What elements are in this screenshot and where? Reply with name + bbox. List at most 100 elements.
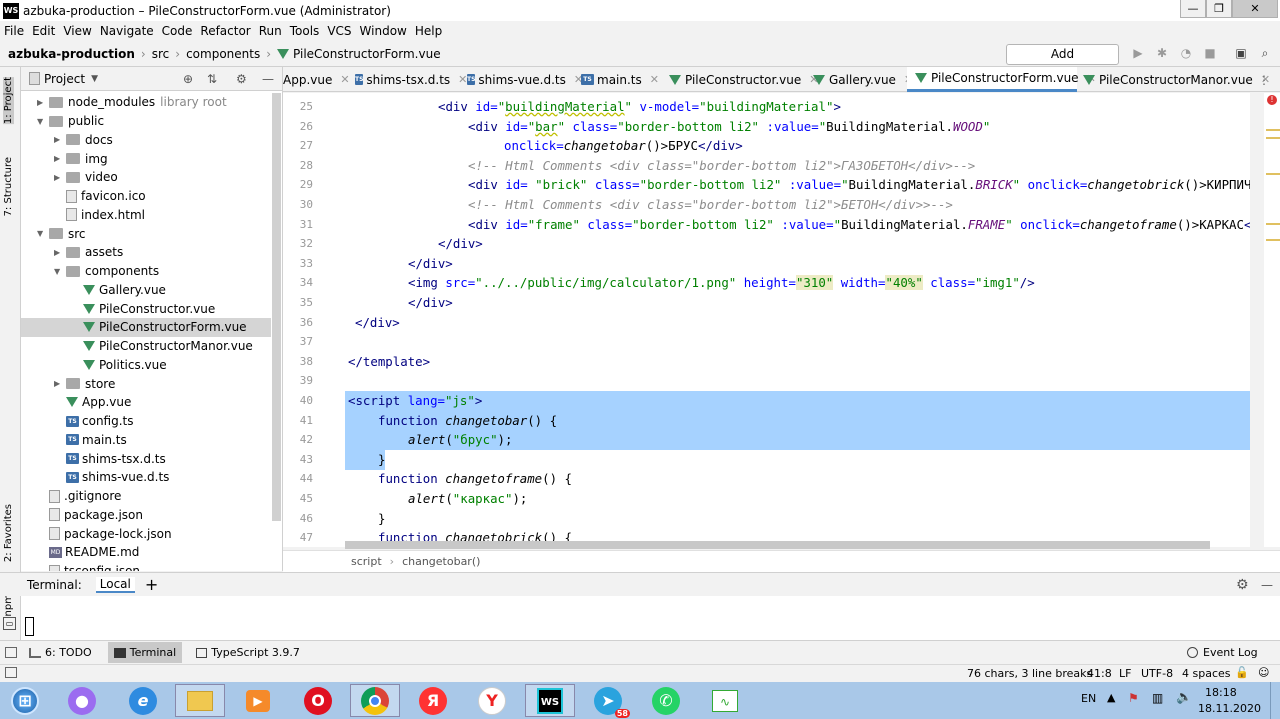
notifications-icon[interactable]: ☺ xyxy=(1258,666,1269,679)
menu-refactor[interactable]: Refactor xyxy=(196,24,254,38)
file-encoding[interactable]: UTF-8 xyxy=(1141,667,1173,680)
tree-item-index-html[interactable]: index.html xyxy=(66,206,145,225)
project-tool-button[interactable]: 1: Project xyxy=(3,77,14,125)
npm-tool-button[interactable]: npm xyxy=(3,594,14,616)
tab-shims-vue[interactable]: TS shims-vue.d.ts ✕ xyxy=(467,67,583,92)
tree-item-politics[interactable]: Politics.vue xyxy=(83,356,167,375)
debug-icon[interactable]: ✱ xyxy=(1155,46,1169,60)
chevron-down-icon[interactable]: ▼ xyxy=(37,117,49,126)
tree-item-gallery[interactable]: Gallery.vue xyxy=(83,281,166,300)
taskbar-media[interactable]: ▶ xyxy=(233,684,283,717)
tree-item-app-vue[interactable]: App.vue xyxy=(66,393,131,412)
lock-icon[interactable]: 🔓 xyxy=(1235,666,1249,679)
network-icon[interactable]: ▥ xyxy=(1152,691,1163,705)
taskbar-chrome[interactable] xyxy=(350,684,400,717)
gear-icon[interactable]: ⚙ xyxy=(236,72,247,86)
tab-gallery[interactable]: Gallery.vue✕ xyxy=(813,67,913,92)
favorites-tool-button[interactable]: 2: Favorites xyxy=(3,504,14,562)
tab-shims-tsx[interactable]: TS shims-tsx.d.ts ✕ xyxy=(355,67,467,92)
close-icon[interactable]: ✕ xyxy=(458,73,467,86)
taskbar-explorer[interactable] xyxy=(175,684,225,717)
code-editor[interactable]: <div id="buildingMaterial" v-model="buil… xyxy=(345,93,1250,547)
menu-window[interactable]: Window xyxy=(356,24,411,38)
tab-pile-constructor[interactable]: PileConstructor.vue ✕ xyxy=(669,67,818,92)
nav-project[interactable]: azbuka-production xyxy=(8,47,135,61)
tree-item-docs[interactable]: ▶ docs xyxy=(54,131,113,150)
search-icon[interactable]: ⌕ xyxy=(1258,46,1272,60)
tree-item-package-json[interactable]: package.json xyxy=(49,506,143,525)
tree-item-shims-vue[interactable]: TS shims-vue.d.ts xyxy=(66,468,169,487)
clock-date[interactable]: 18.11.2020 xyxy=(1198,702,1261,715)
terminal-toggle-icon[interactable]: ▭ xyxy=(3,617,16,630)
taskbar-telegram[interactable]: ➤ 58 xyxy=(583,684,633,718)
warning-marker[interactable] xyxy=(1266,223,1280,225)
menu-view[interactable]: View xyxy=(59,24,95,38)
tree-item-main-ts[interactable]: TS main.ts xyxy=(66,431,127,450)
tree-item-favicon[interactable]: favicon.ico xyxy=(66,187,146,206)
menu-run[interactable]: Run xyxy=(255,24,286,38)
tab-pile-constructor-form[interactable]: PileConstructorForm.vue ✕ xyxy=(907,67,1096,92)
terminal-tab[interactable]: Terminal xyxy=(107,642,183,663)
tree-item-img[interactable]: ▶ img xyxy=(54,149,108,168)
maximize-button[interactable]: ❐ xyxy=(1206,0,1232,18)
gear-icon[interactable]: ⚙ xyxy=(1236,577,1249,593)
tree-item-pile-constructor[interactable]: PileConstructor.vue xyxy=(83,299,215,318)
tree-item-assets[interactable]: ▶ assets xyxy=(54,243,123,262)
taskbar-webstorm[interactable]: WS xyxy=(525,684,575,717)
taskbar-yandex[interactable]: Я xyxy=(408,684,458,717)
tree-item-config-ts[interactable]: TS config.ts xyxy=(66,412,134,431)
show-desktop-button[interactable] xyxy=(1270,682,1280,719)
tree-item-tsconfig[interactable]: tsconfig.json xyxy=(49,562,140,571)
tab-main-ts[interactable]: TS main.ts ✕ xyxy=(581,67,661,92)
line-separator[interactable]: LF xyxy=(1119,667,1131,680)
menu-help[interactable]: Help xyxy=(411,24,446,38)
volume-icon[interactable]: 🔈 xyxy=(1176,690,1192,705)
tab-pile-constructor-manor[interactable]: PileConstructorManor.vue ✕ xyxy=(1083,67,1270,92)
chevron-right-icon[interactable]: ▶ xyxy=(54,135,66,144)
coverage-icon[interactable]: ◔ xyxy=(1179,46,1193,60)
layout-icon[interactable]: ▣ xyxy=(1234,46,1248,60)
close-icon[interactable]: ✕ xyxy=(340,73,349,86)
toggle-icon[interactable] xyxy=(5,647,17,658)
flag-icon[interactable]: ⚑ xyxy=(1128,691,1139,705)
error-icon[interactable]: ! xyxy=(1267,95,1277,105)
menu-file[interactable]: File xyxy=(0,24,28,38)
tree-item-store[interactable]: ▶ store xyxy=(54,374,115,393)
indent-setting[interactable]: 4 spaces xyxy=(1182,667,1231,680)
warning-marker[interactable] xyxy=(1266,137,1280,139)
tray-arrow-icon[interactable]: ▲ xyxy=(1107,691,1115,704)
chevron-down-icon[interactable]: ▼ xyxy=(54,267,66,276)
tree-item-src[interactable]: ▼ src xyxy=(37,224,86,243)
tree-item-shims-tsx[interactable]: TS shims-tsx.d.ts xyxy=(66,449,166,468)
todo-tab[interactable]: 6: TODO xyxy=(45,646,92,659)
run-icon[interactable]: ▶ xyxy=(1131,46,1145,60)
chevron-right-icon[interactable]: ▶ xyxy=(54,379,66,388)
menu-code[interactable]: Code xyxy=(158,24,197,38)
clock-time[interactable]: 18:18 xyxy=(1205,686,1237,699)
chevron-right-icon[interactable]: ▶ xyxy=(54,248,66,257)
add-configuration-button[interactable]: Add Configuration... xyxy=(1006,44,1119,80)
menu-tools[interactable]: Tools xyxy=(286,24,324,38)
chevron-down-icon[interactable]: ▼ xyxy=(91,74,98,84)
structure-tool-button[interactable]: 7: Structure xyxy=(3,157,14,216)
chevron-right-icon[interactable]: ▶ xyxy=(54,173,66,182)
typescript-tab[interactable]: TypeScript 3.9.7 xyxy=(211,646,300,659)
tree-item-components[interactable]: ▼ components xyxy=(54,262,159,281)
menu-navigate[interactable]: Navigate xyxy=(96,24,158,38)
tree-item-video[interactable]: ▶ video xyxy=(54,168,118,187)
terminal-content[interactable] xyxy=(21,596,1280,640)
warning-marker[interactable] xyxy=(1266,239,1280,241)
taskbar-alice[interactable]: ● xyxy=(57,684,107,717)
taskbar-whatsapp[interactable]: ✆ xyxy=(641,684,691,717)
close-button[interactable]: ✕ xyxy=(1232,0,1278,18)
stop-icon[interactable]: ■ xyxy=(1203,46,1217,60)
nav-file[interactable]: PileConstructorForm.vue xyxy=(293,47,441,61)
horizontal-scrollbar[interactable] xyxy=(345,541,1210,549)
add-terminal-button[interactable]: + xyxy=(145,575,158,594)
language-indicator[interactable]: EN xyxy=(1081,692,1096,705)
taskbar-opera[interactable]: O xyxy=(293,684,343,717)
caret-position[interactable]: 41:8 xyxy=(1087,667,1112,680)
tree-item-node-modules[interactable]: ▶ node_modules library root xyxy=(37,93,227,112)
taskbar-task-manager[interactable]: ∿ xyxy=(700,684,750,717)
menu-edit[interactable]: Edit xyxy=(28,24,59,38)
